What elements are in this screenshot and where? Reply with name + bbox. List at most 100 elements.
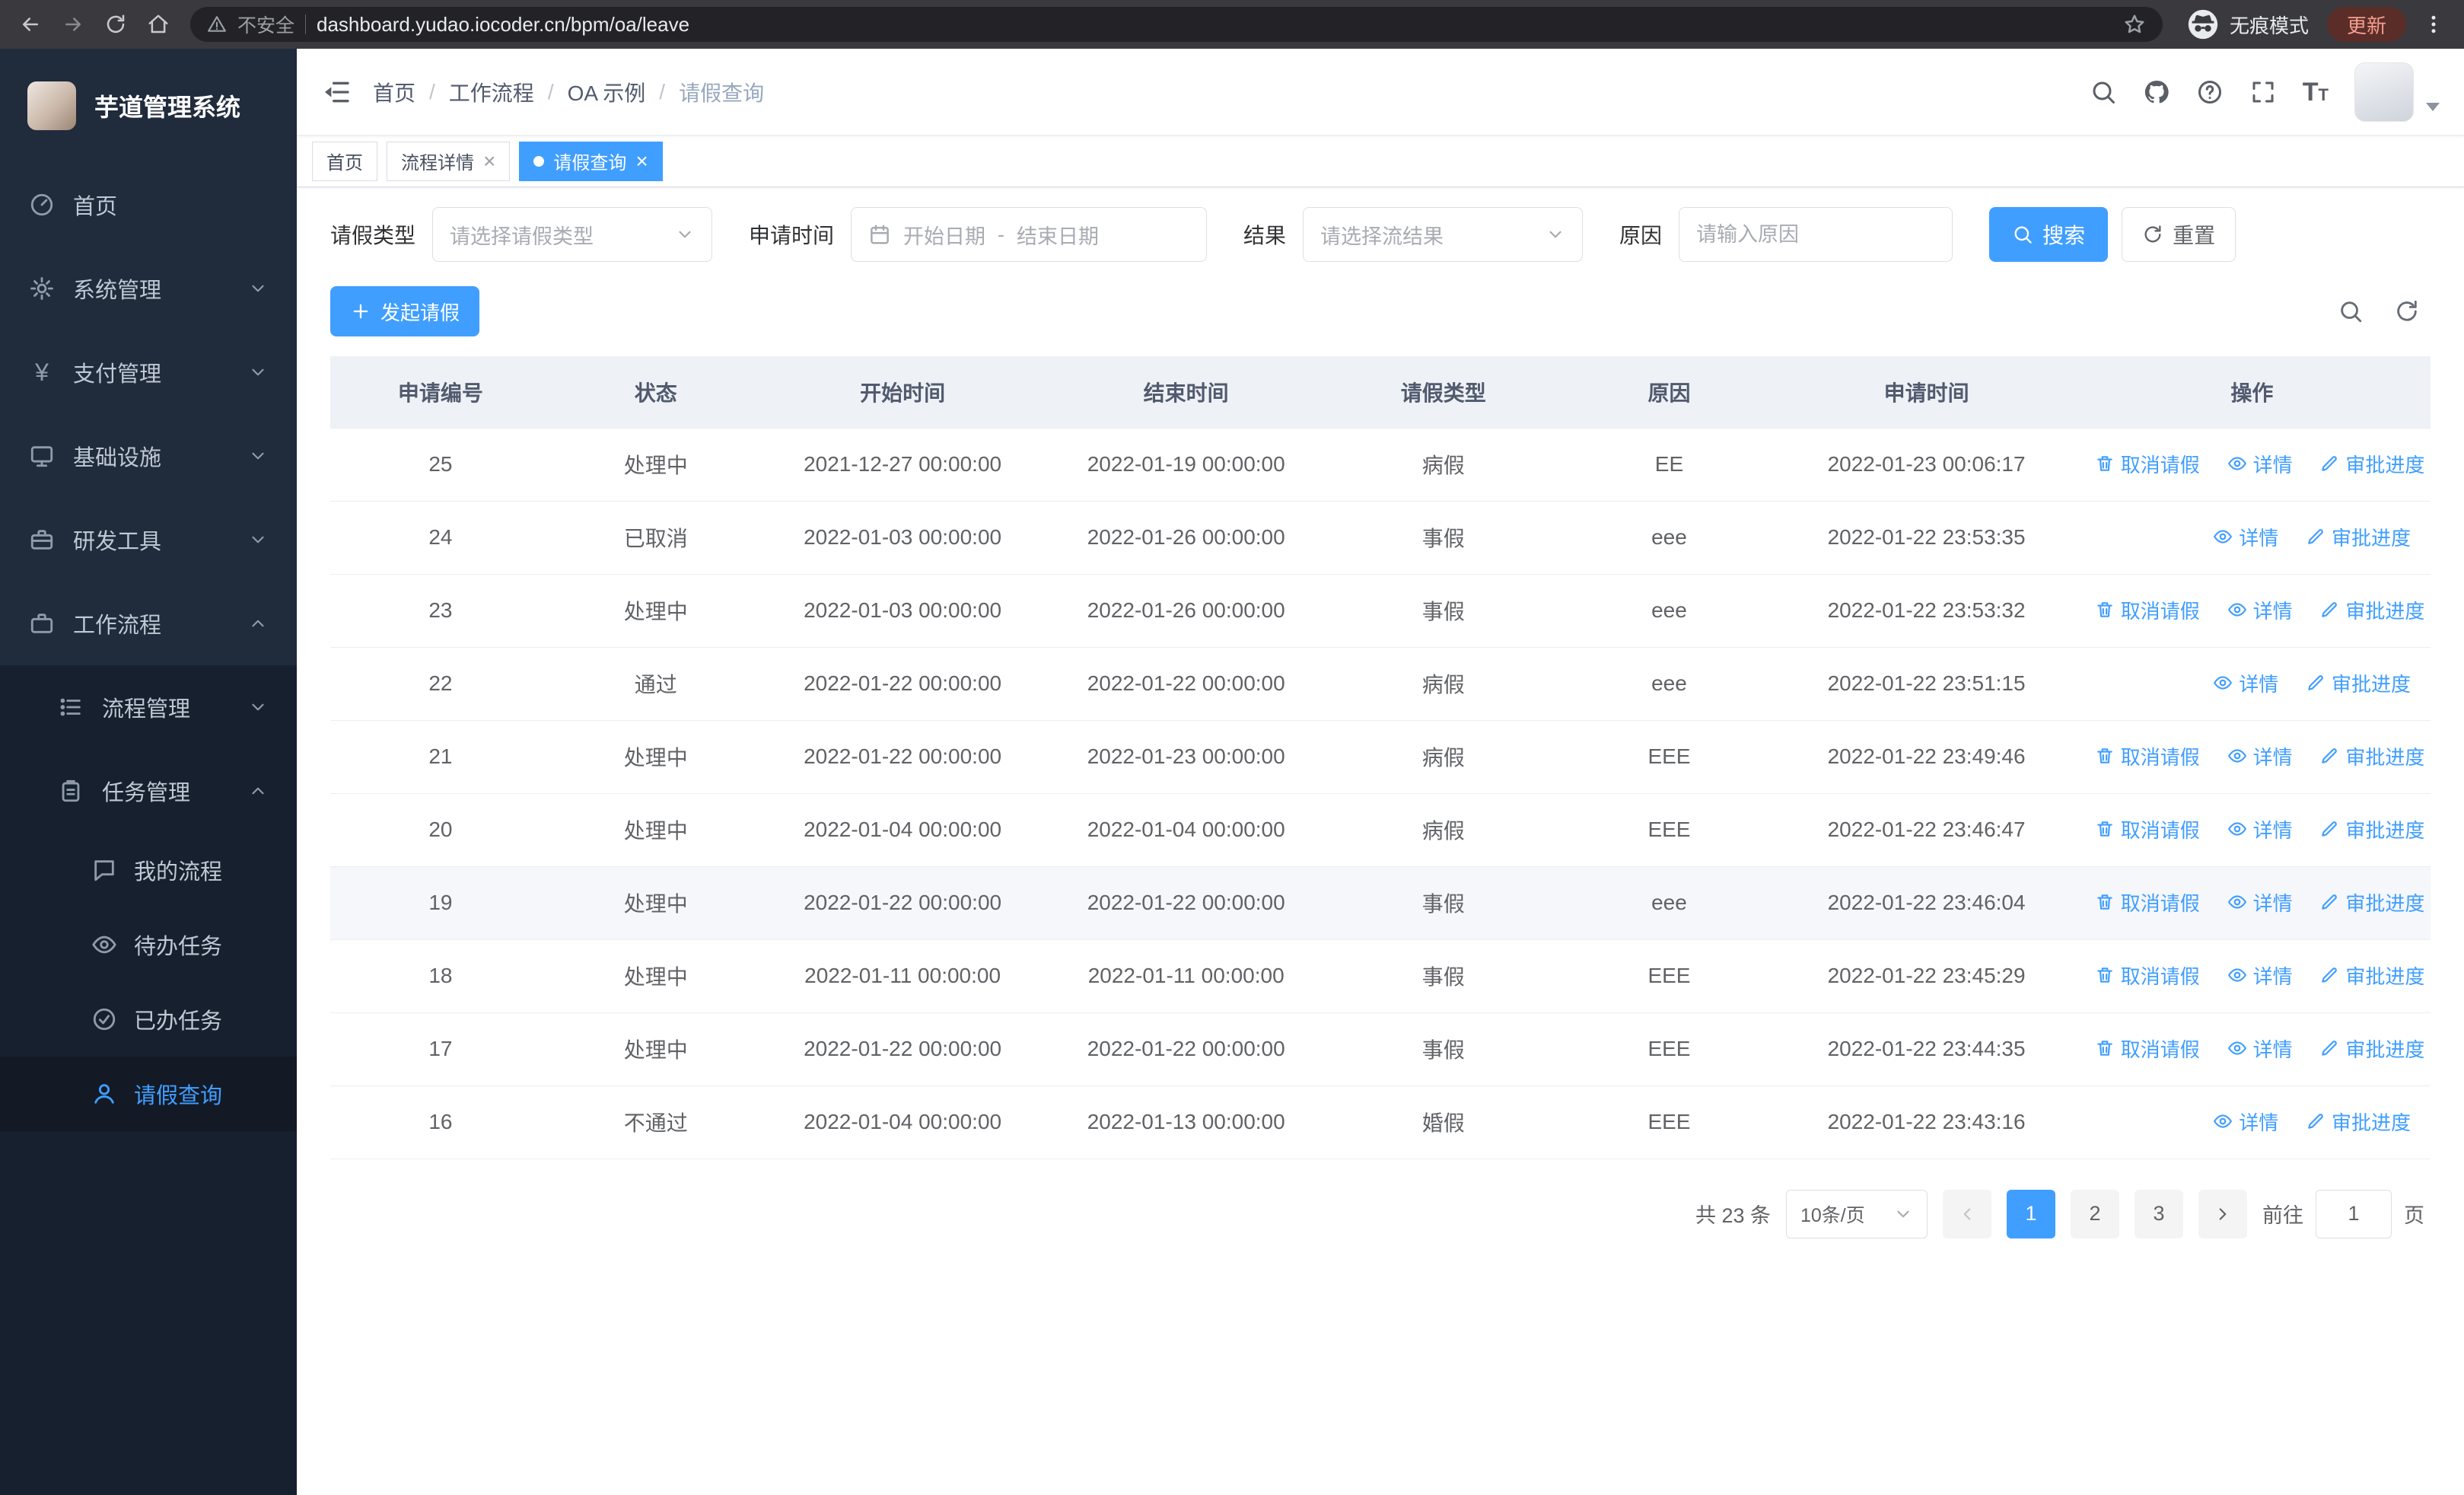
create-leave-button[interactable]: 发起请假 [330,286,480,336]
tab-home[interactable]: 首页 [312,141,377,181]
cell-status: 处理中 [550,866,761,940]
cancel-leave-link[interactable]: 取消请假 [2095,450,2200,478]
table-row[interactable]: 24 已取消 2022-01-03 00:00:00 2022-01-26 00… [330,501,2431,575]
bookmark-star-icon[interactable] [2123,13,2146,36]
table-row[interactable]: 25 处理中 2021-12-27 00:00:00 2022-01-19 00… [330,428,2431,502]
breadcrumb-workflow[interactable]: 工作流程 [449,77,534,107]
edit-icon [2322,1041,2338,1056]
table-row[interactable]: 22 通过 2022-01-22 00:00:00 2022-01-22 00:… [330,647,2431,721]
browser-back-icon[interactable] [11,5,50,44]
cell-apply-id: 24 [330,501,551,575]
table-row[interactable]: 17 处理中 2022-01-22 00:00:00 2022-01-22 00… [330,1012,2431,1086]
detail-link[interactable]: 详情 [2227,888,2293,916]
apply-time-range-picker[interactable]: 开始日期 - 结束日期 [851,207,1208,262]
leave-type-select[interactable]: 请选择请假类型 [432,207,713,262]
sidebar-item-payment[interactable]: ¥ 支付管理 [0,330,297,414]
approval-progress-link[interactable]: 审批进度 [2319,742,2424,770]
result-select[interactable]: 请选择流结果 [1303,207,1584,262]
approval-progress-link[interactable]: 审批进度 [2319,450,2424,478]
next-page-button[interactable] [2198,1189,2247,1238]
table-row[interactable]: 20 处理中 2022-01-04 00:00:00 2022-01-04 00… [330,793,2431,867]
goto-page-input[interactable] [2316,1189,2392,1238]
fullscreen-icon[interactable] [2249,78,2277,106]
close-icon[interactable]: × [483,150,495,172]
approval-progress-link[interactable]: 审批进度 [2319,1034,2424,1063]
cell-apply-id: 16 [330,1085,551,1159]
table-row[interactable]: 18 处理中 2022-01-11 00:00:00 2022-01-11 00… [330,939,2431,1013]
cancel-leave-link[interactable]: 取消请假 [2095,742,2200,770]
tab-process-detail[interactable]: 流程详情 × [387,141,511,181]
detail-link[interactable]: 详情 [2227,742,2293,770]
cancel-leave-link[interactable]: 取消请假 [2095,961,2200,990]
close-icon[interactable]: × [635,150,648,172]
browser-menu-icon[interactable] [2414,5,2453,44]
reason-input[interactable] [1679,208,1953,261]
page-size-select[interactable]: 10条/页 [1786,1189,1928,1238]
approval-progress-link[interactable]: 审批进度 [2319,961,2424,990]
sidebar-item-devtools[interactable]: 研发工具 [0,498,297,582]
detail-link[interactable]: 详情 [2227,450,2293,478]
help-icon[interactable] [2196,78,2224,106]
cell-operations: 取消请假 详情 审批进度 [2073,866,2431,940]
sidebar-fold-icon[interactable] [321,77,352,107]
table-row[interactable]: 21 处理中 2022-01-22 00:00:00 2022-01-23 00… [330,720,2431,794]
hide-search-icon[interactable] [2338,298,2364,324]
cancel-leave-link[interactable]: 取消请假 [2095,888,2200,916]
browser-update-button[interactable]: 更新 [2326,7,2406,42]
sidebar-item-done-tasks[interactable]: 已办任务 [0,982,297,1057]
detail-link[interactable]: 详情 [2227,815,2293,843]
detail-link[interactable]: 详情 [2227,596,2293,624]
approval-progress-link[interactable]: 审批进度 [2306,1108,2411,1136]
cell-apply-time: 2022-01-22 23:43:16 [1779,1085,2074,1159]
reset-button[interactable]: 重置 [2122,207,2236,262]
breadcrumb-home[interactable]: 首页 [373,77,415,107]
browser-reload-icon[interactable] [96,5,135,44]
page-button-1[interactable]: 1 [2007,1189,2055,1238]
sidebar-item-pending-tasks[interactable]: 待办任务 [0,907,297,982]
tab-leave-query[interactable]: 请假查询 × [519,141,663,181]
refresh-table-icon[interactable] [2394,298,2420,324]
cell-operations: 详情 审批进度 [2073,1085,2431,1159]
page-button-3[interactable]: 3 [2135,1189,2183,1238]
sidebar-item-system[interactable]: 系统管理 [0,247,297,330]
address-bar[interactable]: 不安全 dashboard.yudao.iocoder.cn/bpm/oa/le… [190,7,2163,42]
search-icon[interactable] [2090,78,2117,106]
cancel-leave-link[interactable]: 取消请假 [2095,1034,2200,1063]
detail-link[interactable]: 详情 [2213,523,2278,551]
sidebar-item-workflow[interactable]: 工作流程 [0,582,297,665]
sidebar-item-infra[interactable]: 基础设施 [0,414,297,498]
detail-link[interactable]: 详情 [2213,669,2278,697]
github-icon[interactable] [2143,78,2170,106]
sidebar-item-leave-query[interactable]: 请假查询 [0,1057,297,1131]
sidebar-item-home[interactable]: 首页 [0,163,297,247]
font-size-icon[interactable]: TT [2303,79,2329,105]
table-row[interactable]: 23 处理中 2022-01-03 00:00:00 2022-01-26 00… [330,574,2431,648]
cancel-leave-link[interactable]: 取消请假 [2095,815,2200,843]
page-button-2[interactable]: 2 [2071,1189,2119,1238]
detail-link[interactable]: 详情 [2227,961,2293,990]
approval-progress-link[interactable]: 审批进度 [2319,815,2424,843]
cancel-leave-link[interactable]: 取消请假 [2095,596,2200,624]
search-button[interactable]: 搜索 [1989,207,2109,262]
approval-progress-link[interactable]: 审批进度 [2306,523,2411,551]
detail-link[interactable]: 详情 [2213,1108,2278,1136]
refresh-icon [2144,225,2161,243]
detail-link[interactable]: 详情 [2227,1034,2293,1063]
table-row[interactable]: 16 不通过 2022-01-04 00:00:00 2022-01-13 00… [330,1085,2431,1159]
sidebar-item-my-process[interactable]: 我的流程 [0,833,297,907]
prev-page-button[interactable] [1943,1189,1991,1238]
breadcrumb-oa-example[interactable]: OA 示例 [568,77,646,107]
browser-forward-icon[interactable] [53,5,93,44]
sidebar-item-task-mgmt[interactable]: 任务管理 [0,749,297,833]
browser-home-icon[interactable] [138,5,178,44]
sidebar-item-process-mgmt[interactable]: 流程管理 [0,665,297,749]
table-row[interactable]: 19 处理中 2022-01-22 00:00:00 2022-01-22 00… [330,866,2431,940]
user-avatar[interactable] [2354,62,2414,122]
toolbox-icon [29,527,55,553]
approval-progress-link[interactable]: 审批进度 [2319,596,2424,624]
approval-progress-link[interactable]: 审批进度 [2319,888,2424,916]
caret-down-icon[interactable] [2426,102,2440,111]
active-tab-dot [533,155,545,167]
cell-leave-type: 病假 [1327,647,1559,721]
approval-progress-link[interactable]: 审批进度 [2306,669,2411,697]
